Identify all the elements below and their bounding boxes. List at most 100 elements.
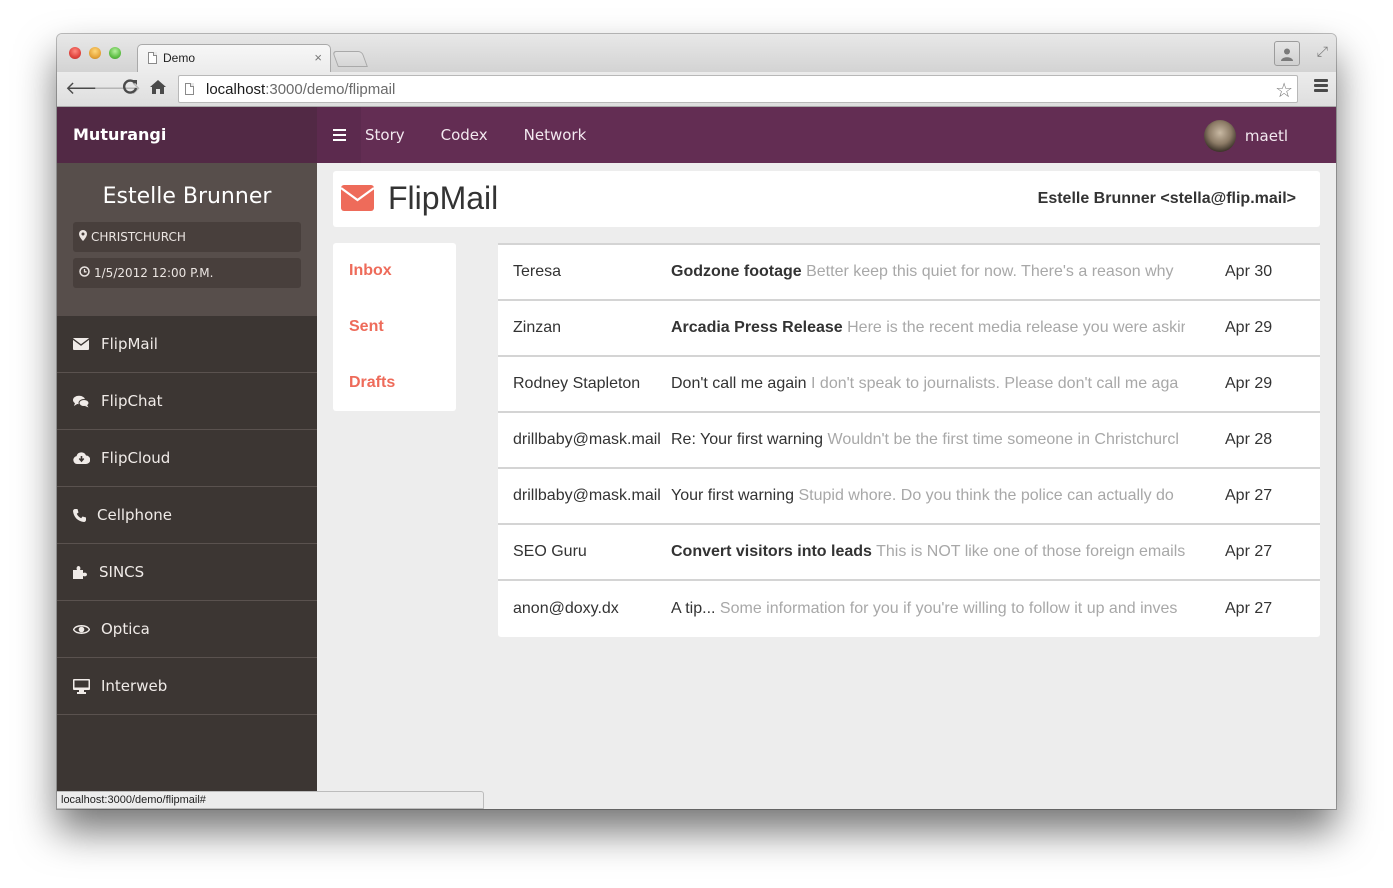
- message-row[interactable]: anon@doxy.dx A tip... Some information fo…: [498, 581, 1320, 637]
- close-window-button[interactable]: [69, 47, 81, 59]
- message-subject: Your first warning: [671, 487, 795, 504]
- brand-logo[interactable]: Muturangi: [57, 107, 317, 163]
- close-tab-icon[interactable]: ×: [314, 50, 322, 65]
- sidebar-item-flipchat[interactable]: FlipChat: [57, 373, 317, 430]
- message-row[interactable]: Rodney Stapleton Don't call me again I do…: [498, 357, 1320, 413]
- username: maetl: [1244, 127, 1288, 145]
- nav-link-network[interactable]: Network: [524, 126, 587, 144]
- tab-strip: Demo × ⤢: [57, 34, 1336, 72]
- bookmark-star-icon[interactable]: ☆: [1275, 78, 1293, 103]
- datetime-text: 1/5/2012 12:00 P.M.: [94, 266, 214, 280]
- minimize-window-button[interactable]: [89, 47, 101, 59]
- account-address: Estelle Brunner <stella@flip.mail>: [1037, 190, 1296, 207]
- browser-window: Demo × ⤢ 🡐 🡒 localhost:3000/demo/flipmai…: [57, 34, 1336, 809]
- message-sender: Zinzan: [513, 319, 562, 336]
- sidebar-item-label: Cellphone: [97, 506, 172, 524]
- message-subject: Arcadia Press Release: [671, 319, 843, 336]
- sidebar-item-interweb[interactable]: Interweb: [57, 658, 317, 715]
- message-row[interactable]: Teresa Godzone footage Better keep this q…: [498, 245, 1320, 301]
- message-summary: Re: Your first warning Wouldn't be the f…: [671, 431, 1185, 449]
- message-subject: Godzone footage: [671, 263, 802, 280]
- message-summary: Arcadia Press Release Here is the recent…: [671, 319, 1185, 337]
- message-row[interactable]: SEO Guru Convert visitors into leads This…: [498, 525, 1320, 581]
- browser-toolbar: 🡐 🡒 localhost:3000/demo/flipmail ☆: [57, 72, 1336, 107]
- message-sender: anon@doxy.dx: [513, 600, 619, 617]
- location-chip: CHRISTCHURCH: [73, 222, 301, 252]
- message-summary: Godzone footage Better keep this quiet f…: [671, 263, 1185, 281]
- message-preview: Here is the recent media release you wer…: [847, 319, 1185, 336]
- message-date: Apr 29: [1225, 375, 1273, 392]
- url-host: localhost: [206, 80, 266, 98]
- page-icon: [185, 83, 194, 95]
- cloud-download-icon: [73, 452, 101, 464]
- page-title: FlipMail: [388, 180, 499, 216]
- browser-menu-icon[interactable]: [1314, 79, 1328, 94]
- envelope-icon: [73, 338, 101, 350]
- sidebar-item-optica[interactable]: Optica: [57, 601, 317, 658]
- zoom-window-button[interactable]: [109, 47, 121, 59]
- profile-button[interactable]: [1274, 41, 1300, 66]
- message-preview: Wouldn't be the first time someone in Ch…: [827, 431, 1179, 448]
- sidebar-item-label: Interweb: [101, 677, 168, 695]
- message-date: Apr 27: [1225, 543, 1273, 560]
- fullscreen-icon[interactable]: ⤢: [1317, 43, 1328, 60]
- new-tab-button[interactable]: [332, 51, 368, 67]
- profile-name: Estelle Brunner: [102, 184, 272, 209]
- envelope-icon: [340, 185, 375, 216]
- message-preview: Stupid whore. Do you think the police ca…: [798, 487, 1174, 504]
- message-preview: I don't speak to journalists. Please don…: [811, 375, 1179, 392]
- map-marker-icon: [79, 230, 87, 244]
- sidebar-item-flipcloud[interactable]: FlipCloud: [57, 430, 317, 487]
- desktop-icon: [73, 678, 101, 694]
- message-sender: drillbaby@mask.mail: [513, 431, 661, 448]
- message-summary: Convert visitors into leads This is NOT …: [671, 543, 1185, 561]
- sidebar-item-sincs[interactable]: SINCS: [57, 544, 317, 601]
- tab-title: Demo: [163, 51, 196, 65]
- message-date: Apr 29: [1225, 319, 1273, 336]
- message-list: Teresa Godzone footage Better keep this q…: [498, 243, 1320, 637]
- message-subject: Don't call me again: [671, 375, 807, 392]
- address-bar[interactable]: localhost:3000/demo/flipmail ☆: [178, 75, 1298, 103]
- message-subject: A tip...: [671, 600, 716, 617]
- sidebar-item-label: FlipChat: [101, 392, 163, 410]
- nav-links: Story Codex Network: [365, 107, 622, 163]
- message-row[interactable]: Zinzan Arcadia Press Release Here is the …: [498, 301, 1320, 357]
- clock-icon: [79, 266, 90, 280]
- person-icon: [1281, 48, 1293, 61]
- message-row[interactable]: drillbaby@mask.mail Re: Your first warnin…: [498, 413, 1320, 469]
- puzzle-icon: [73, 565, 99, 579]
- folder-sent[interactable]: Sent: [333, 299, 456, 355]
- avatar: [1203, 120, 1236, 152]
- top-navbar: Muturangi Story Codex Network maetl: [57, 107, 1336, 163]
- user-menu[interactable]: maetl: [1203, 120, 1288, 152]
- url-path: :3000/demo/flipmail: [265, 80, 396, 98]
- browser-tab[interactable]: Demo ×: [137, 44, 331, 72]
- folder-inbox[interactable]: Inbox: [333, 243, 456, 299]
- message-row[interactable]: drillbaby@mask.mail Your first warning St…: [498, 469, 1320, 525]
- message-date: Apr 28: [1225, 431, 1273, 448]
- message-subject: Convert visitors into leads: [671, 543, 872, 560]
- main-content: FlipMail Estelle Brunner <stella@flip.ma…: [317, 163, 1336, 809]
- message-date: Apr 30: [1225, 263, 1273, 280]
- reload-icon[interactable]: [121, 78, 139, 100]
- folder-drafts[interactable]: Drafts: [333, 355, 456, 411]
- status-bar-url: localhost:3000/demo/flipmail#: [57, 791, 484, 809]
- message-subject: Re: Your first warning: [671, 431, 824, 448]
- datetime-chip: 1/5/2012 12:00 P.M.: [73, 258, 301, 288]
- location-text: CHRISTCHURCH: [91, 230, 186, 244]
- nav-link-codex[interactable]: Codex: [441, 126, 488, 144]
- folder-list: Inbox Sent Drafts: [333, 243, 456, 411]
- message-summary: Your first warning Stupid whore. Do you …: [671, 487, 1185, 505]
- nav-link-story[interactable]: Story: [365, 126, 405, 144]
- sidebar-toggle-icon[interactable]: [317, 107, 361, 163]
- sidebar-item-cellphone[interactable]: Cellphone: [57, 487, 317, 544]
- home-icon[interactable]: [149, 78, 167, 100]
- comments-icon: [73, 395, 101, 408]
- message-sender: SEO Guru: [513, 543, 587, 560]
- sidebar-item-flipmail[interactable]: FlipMail: [57, 316, 317, 373]
- mail-header: FlipMail Estelle Brunner <stella@flip.ma…: [333, 171, 1320, 227]
- sidebar-item-label: FlipCloud: [101, 449, 171, 467]
- sidebar-item-label: SINCS: [99, 563, 145, 581]
- message-sender: drillbaby@mask.mail: [513, 487, 661, 504]
- message-date: Apr 27: [1225, 487, 1273, 504]
